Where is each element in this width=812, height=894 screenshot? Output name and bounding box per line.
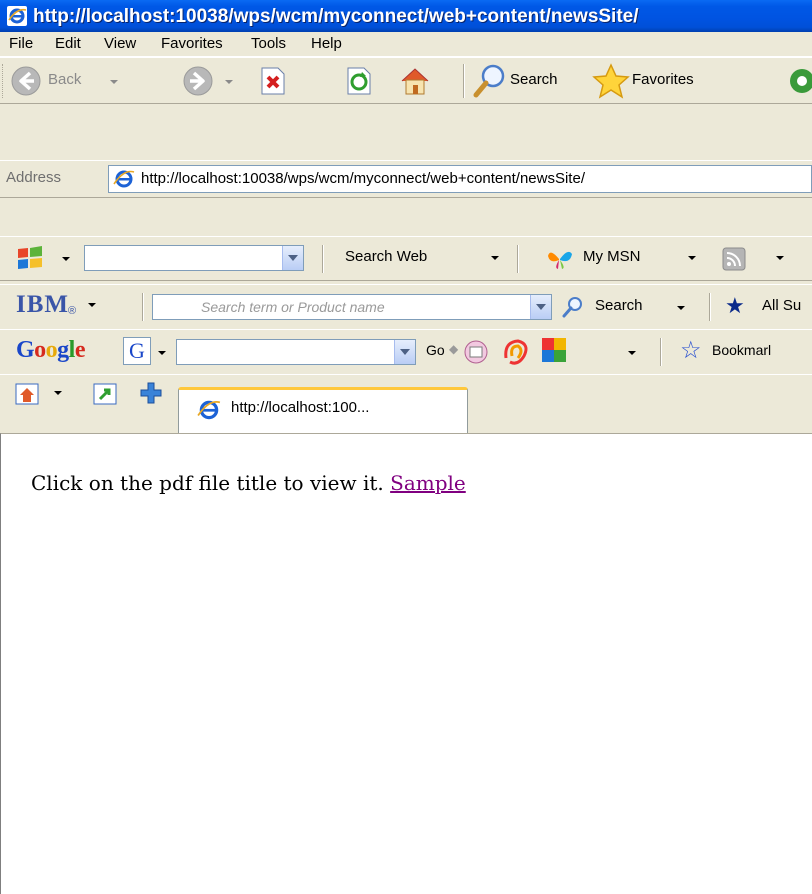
bookmarks-button[interactable]: Bookmarl — [712, 342, 771, 358]
menu-help[interactable]: Help — [311, 35, 342, 52]
news-icon[interactable] — [462, 338, 490, 366]
quick-tabs-dropdown-icon[interactable] — [54, 391, 62, 395]
ibm-logo[interactable]: IBM — [16, 291, 69, 319]
rss-dropdown-icon[interactable] — [776, 256, 784, 260]
favorites-star-icon[interactable] — [592, 63, 630, 99]
address-label: Address — [6, 169, 62, 186]
back-dropdown-icon[interactable] — [110, 80, 118, 84]
toolbar-separator — [142, 293, 144, 321]
toolbar-grip — [2, 64, 6, 98]
toolbar-separator — [463, 64, 465, 98]
star-icon: ★ — [725, 293, 745, 318]
toolbar-separator — [322, 245, 324, 273]
windows-flag-icon[interactable] — [14, 245, 46, 271]
ibm-dropdown-icon[interactable] — [88, 303, 96, 307]
tab-bar: http://localhost:100... — [0, 374, 812, 435]
back-button[interactable]: Back — [48, 71, 81, 88]
toolbar-separator — [709, 293, 711, 321]
toolbar-separator — [660, 338, 662, 366]
forward-dropdown-icon[interactable] — [225, 80, 233, 84]
standard-toolbar: Back Search Favorites — [0, 57, 812, 104]
page-content: Click on the pdf file title to view it. … — [0, 433, 812, 894]
msn-toolbar: Search Web My MSN — [0, 236, 812, 281]
favorites-button[interactable]: Favorites — [632, 71, 694, 88]
ie-page-icon — [113, 170, 135, 188]
home-tab-icon[interactable] — [14, 381, 40, 407]
stop-icon[interactable] — [258, 66, 288, 96]
tab-active[interactable]: http://localhost:100... — [178, 387, 468, 435]
ie-icon — [7, 6, 27, 26]
home-icon[interactable] — [398, 64, 432, 98]
all-support-button[interactable]: All Su — [762, 297, 801, 314]
address-input[interactable]: http://localhost:10038/wps/wcm/myconnect… — [141, 170, 585, 187]
menu-view[interactable]: View — [104, 35, 136, 52]
menu-edit[interactable]: Edit — [55, 35, 81, 52]
my-msn-dropdown-icon[interactable] — [688, 256, 696, 260]
chevron-down-icon[interactable] — [530, 295, 551, 319]
google-toolbar: Google G Go ◆ ☆ Bookmarl — [0, 329, 812, 375]
my-msn-button[interactable]: My MSN — [583, 248, 641, 265]
ibm-logo-mark-icon: ® — [68, 305, 77, 317]
ibm-search-dropdown-icon[interactable] — [677, 306, 685, 310]
instruction-text: Click on the pdf file title to view it. — [31, 471, 384, 495]
ibm-search-button[interactable]: Search — [595, 297, 643, 314]
bookmark-star-icon[interactable]: ☆ — [680, 336, 702, 365]
msn-search-combo[interactable] — [84, 245, 304, 271]
search-icon[interactable] — [473, 63, 507, 99]
autofill-dropdown-icon[interactable] — [628, 351, 636, 355]
menu-tools[interactable]: Tools — [251, 35, 286, 52]
double-arrow-icon: ◆ — [449, 342, 459, 356]
google-dropdown-icon[interactable] — [158, 351, 166, 355]
search-button[interactable]: Search — [510, 71, 558, 88]
address-bar: Address http://localhost:10038/wps/wcm/m… — [0, 160, 812, 198]
new-tab-plus-icon[interactable] — [138, 380, 164, 406]
rss-icon[interactable] — [722, 247, 746, 271]
menu-bar: File Edit View Favorites Tools Help — [0, 32, 812, 57]
menu-favorites[interactable]: Favorites — [161, 35, 223, 52]
ibm-search-combo[interactable]: Search term or Product name — [152, 294, 552, 320]
autofill-icon[interactable] — [540, 336, 570, 366]
google-logo[interactable]: Google — [16, 337, 86, 364]
title-bar: http://localhost:10038/wps/wcm/myconnect… — [0, 0, 812, 32]
menu-file[interactable]: File — [9, 35, 33, 52]
ibm-search-input[interactable]: Search term or Product name — [201, 299, 385, 315]
search-web-button[interactable]: Search Web — [345, 248, 427, 265]
media-icon[interactable] — [786, 66, 812, 96]
tab-title: http://localhost:100... — [231, 399, 370, 416]
toolbar-separator — [517, 245, 519, 273]
magnifier-icon[interactable] — [561, 295, 585, 319]
msn-butterfly-icon — [548, 251, 572, 269]
window-title: http://localhost:10038/wps/wcm/myconnect… — [33, 6, 639, 27]
google-go-button[interactable]: Go — [426, 342, 445, 358]
google-search-combo[interactable] — [176, 339, 416, 365]
search-web-dropdown-icon[interactable] — [491, 256, 499, 260]
back-arrow-icon[interactable] — [10, 65, 42, 97]
sample-link[interactable]: Sample — [390, 471, 466, 495]
forward-arrow-icon[interactable] — [182, 65, 214, 97]
ibm-toolbar: IBM ® Search term or Product name Search… — [0, 284, 812, 330]
pagerank-icon[interactable] — [500, 336, 532, 368]
chevron-down-icon[interactable] — [282, 246, 303, 270]
page-paragraph: Click on the pdf file title to view it. … — [31, 471, 466, 495]
ie-page-icon — [197, 400, 221, 420]
google-g-icon[interactable]: G — [123, 337, 151, 365]
quick-tab-icon[interactable] — [92, 381, 118, 407]
refresh-icon[interactable] — [344, 66, 374, 96]
address-field-box[interactable]: http://localhost:10038/wps/wcm/myconnect… — [108, 165, 812, 193]
msn-dropdown-icon[interactable] — [62, 257, 70, 261]
chevron-down-icon[interactable] — [394, 340, 415, 364]
